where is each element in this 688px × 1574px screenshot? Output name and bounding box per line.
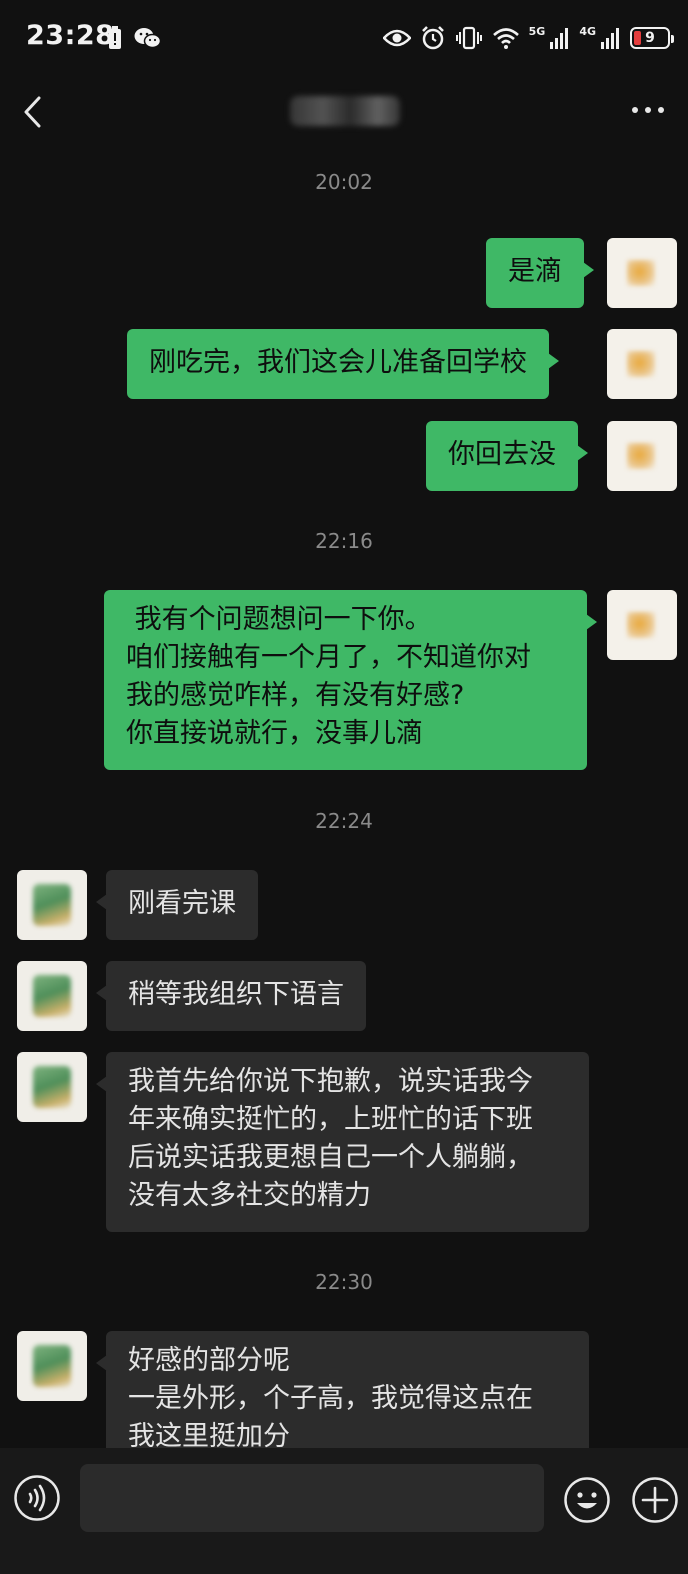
contact-avatar[interactable] — [17, 1331, 87, 1401]
message-timestamp: 22:30 — [315, 1270, 373, 1294]
my-avatar[interactable] — [607, 329, 677, 399]
message-text-line: 我有个问题想问一下你。 — [126, 604, 432, 635]
message-text-line: 后说实话我更想自己一个人躺躺， — [128, 1142, 533, 1173]
message-text-line: 没有太多社交的精力 — [128, 1180, 371, 1211]
message-timestamp: 22:16 — [315, 529, 373, 553]
status-left-icons — [108, 22, 162, 54]
message-text-line: 我首先给你说下抱歉，说实话我今 — [128, 1066, 533, 1097]
contact-name-blurred — [290, 96, 400, 126]
message-text-line: 好感的部分呢 — [128, 1345, 290, 1376]
wechat-icon — [134, 28, 162, 49]
message-bubble-sent[interactable]: 我有个问题想问一下你。 咱们接触有一个月了，不知道你对 我的感觉咋样，有没有好感… — [104, 590, 597, 770]
message-bubble-received[interactable]: 稍等我组织下语言 — [96, 961, 366, 1031]
more-dots-icon[interactable] — [630, 102, 666, 118]
contact-avatar[interactable] — [17, 961, 87, 1031]
message-bubble-sent[interactable]: 刚吃完，我们这会儿准备回学校 — [127, 329, 559, 399]
network-5g-label: 5G — [528, 25, 546, 38]
message-text: 稍等我组织下语言 — [128, 979, 344, 1010]
message-text-line: 年来确实挺忙的，上班忙的话下班 — [128, 1104, 533, 1135]
my-avatar[interactable] — [607, 590, 677, 660]
message-bubble-received[interactable]: 刚看完课 — [96, 870, 258, 940]
eye-icon — [382, 29, 411, 47]
chat-header — [0, 78, 688, 144]
message-text-line: 一是外形，个子高，我觉得这点在 — [128, 1383, 533, 1414]
message-text: 刚看完课 — [128, 888, 236, 919]
alarm-icon — [421, 26, 444, 50]
message-text-line: 咱们接触有一个月了，不知道你对 — [126, 642, 531, 673]
signal-icon — [550, 28, 569, 49]
network-4g-label: 4G — [579, 25, 596, 38]
message-input[interactable] — [80, 1464, 544, 1532]
contact-avatar[interactable] — [17, 870, 87, 940]
battery-saver-icon — [109, 26, 121, 49]
wifi-icon — [492, 28, 519, 49]
status-right-icons: 5G 4G 9 — [382, 22, 674, 54]
battery-level: 9 — [645, 30, 655, 46]
message-bubble-received[interactable]: 我首先给你说下抱歉，说实话我今 年来确实挺忙的，上班忙的话下班 后说实话我更想自… — [96, 1052, 589, 1232]
back-arrow-icon[interactable] — [18, 94, 48, 130]
my-avatar[interactable] — [607, 421, 677, 491]
emoji-icon[interactable] — [563, 1476, 611, 1524]
vibrate-icon — [455, 26, 482, 50]
signal-icon — [601, 28, 619, 49]
chat-input-bar — [0, 1448, 688, 1574]
message-text: 是滴 — [508, 256, 562, 287]
status-bar: 23:28 5G 4G 9 — [0, 0, 688, 78]
message-text-line: 我的感觉咋样，有没有好感? — [126, 680, 465, 711]
message-timestamp: 20:02 — [315, 170, 373, 194]
voice-icon[interactable] — [13, 1474, 61, 1522]
message-text-line: 你直接说就行，没事儿滴 — [126, 718, 423, 749]
battery-icon: 9 — [630, 27, 674, 49]
message-bubble-sent[interactable]: 你回去没 — [426, 421, 588, 491]
message-text: 你回去没 — [448, 439, 556, 470]
plus-icon[interactable] — [631, 1476, 679, 1524]
message-timestamp: 22:24 — [315, 809, 373, 833]
message-text: 刚吃完，我们这会儿准备回学校 — [149, 347, 527, 378]
status-time: 23:28 — [26, 20, 115, 51]
message-bubble-sent[interactable]: 是滴 — [486, 238, 594, 308]
my-avatar[interactable] — [607, 238, 677, 308]
contact-avatar[interactable] — [17, 1052, 87, 1122]
